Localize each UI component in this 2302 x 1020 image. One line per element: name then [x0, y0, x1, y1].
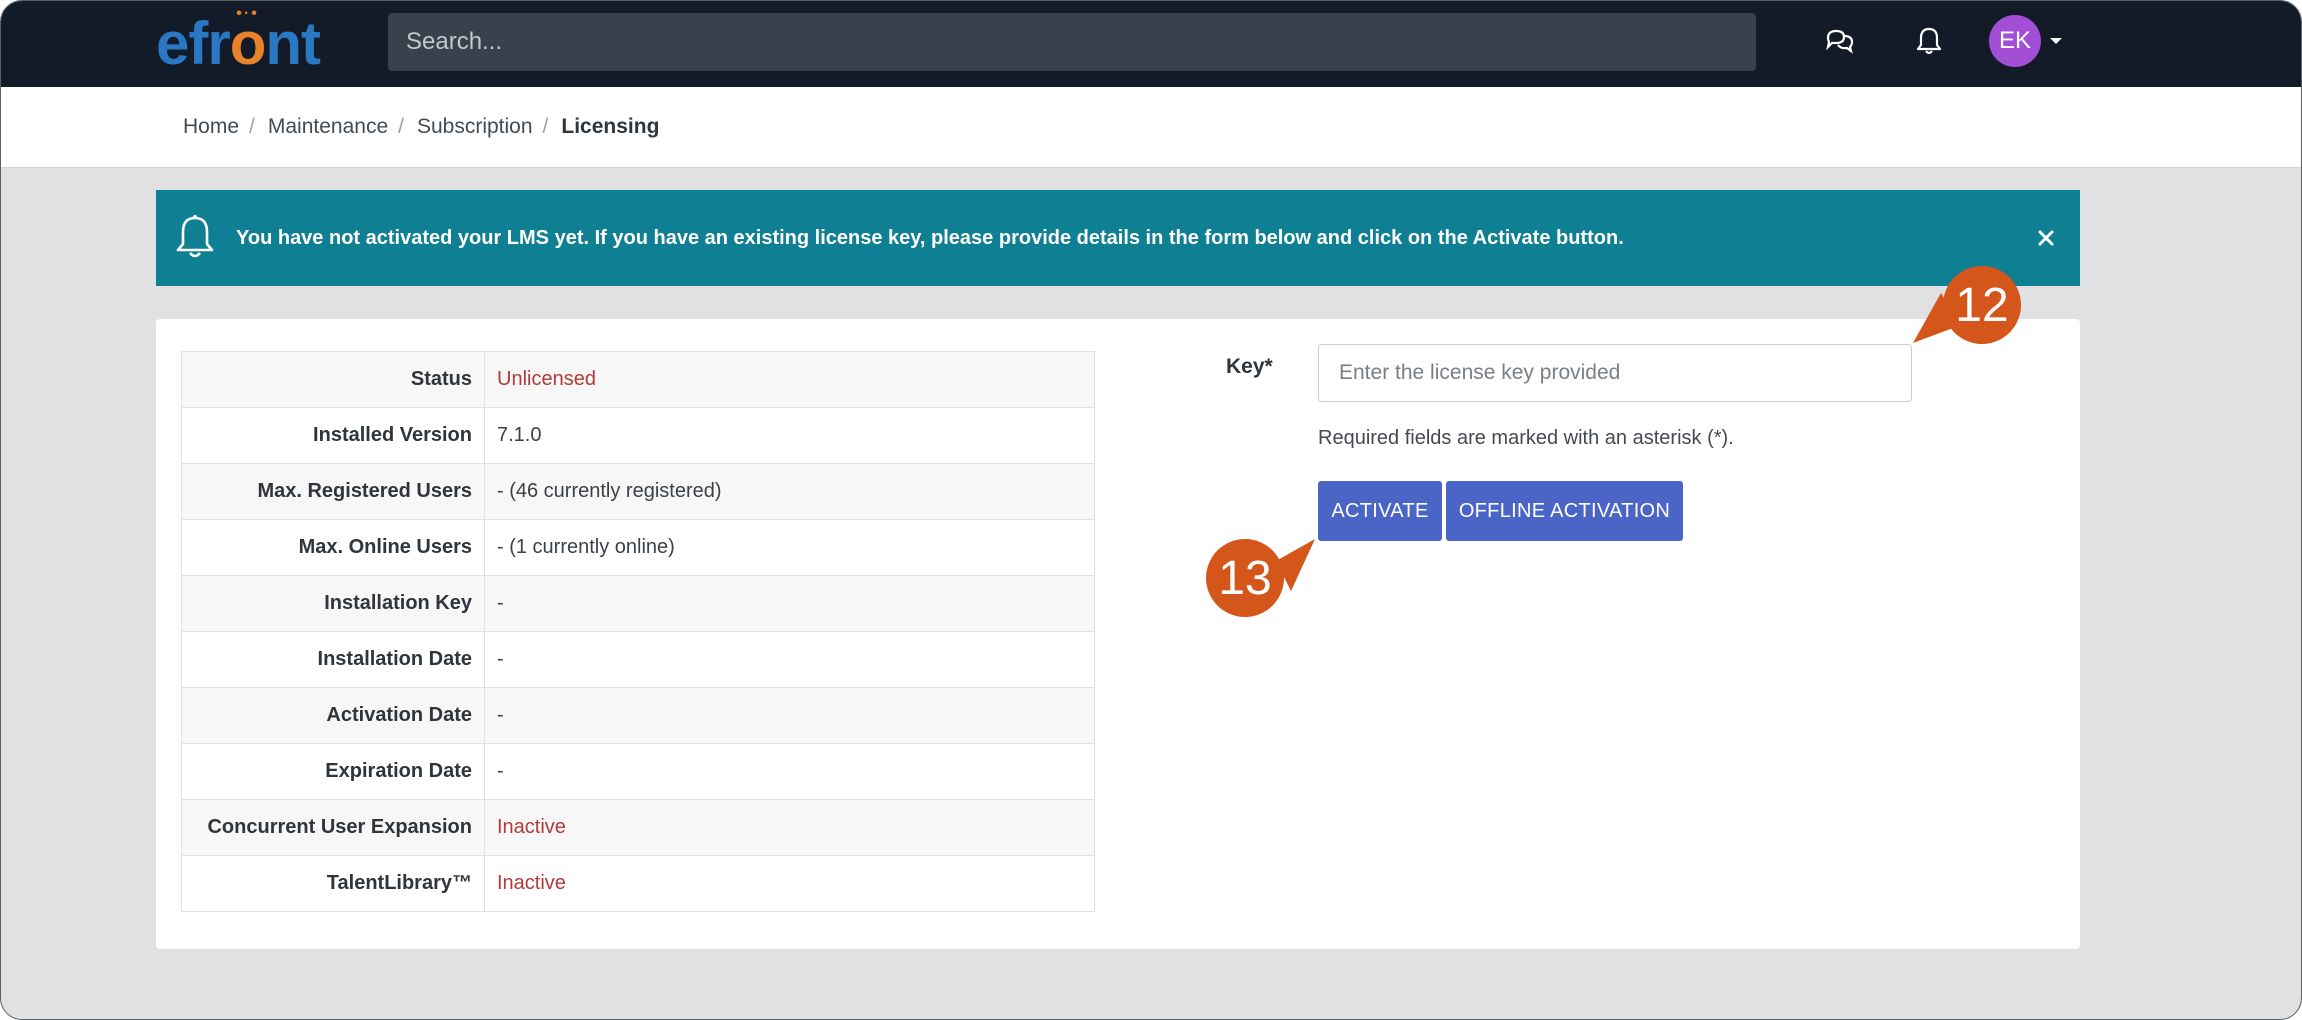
- breadcrumb-separator: /: [398, 115, 404, 138]
- efront-logo[interactable]: efr •·• ont: [156, 5, 321, 79]
- license-row-label: Installation Key: [181, 575, 485, 632]
- license-row-value: -: [484, 631, 1095, 688]
- alert-message: You have not activated your LMS yet. If …: [236, 227, 1624, 249]
- license-row-value: -: [484, 743, 1095, 800]
- user-avatar[interactable]: EK: [1989, 15, 2041, 67]
- logo-text-pre: efr: [156, 10, 231, 77]
- license-table-row: Expiration Date -: [181, 743, 1095, 800]
- license-table-row: Concurrent User Expansion Inactive: [181, 799, 1095, 856]
- license-card: Status Unlicensed Installed Version 7.1.0 Ma…: [156, 319, 2080, 949]
- app-window: efr•·•ont EK Home / Maintenance: [0, 0, 2302, 1020]
- search-input[interactable]: [388, 13, 1756, 71]
- avatar-initials: EK: [1998, 27, 2031, 54]
- license-table-row: Installation Date -: [181, 631, 1095, 688]
- license-table-row: Max. Online Users - (1 currently online): [181, 519, 1095, 576]
- license-row-label: Expiration Date: [181, 743, 485, 800]
- breadcrumb-home[interactable]: Home: [183, 115, 239, 139]
- license-row-label: TalentLibrary™: [181, 855, 485, 912]
- activation-alert: You have not activated your LMS yet. If …: [156, 190, 2080, 286]
- chevron-down-icon[interactable]: [2049, 33, 2063, 51]
- license-row-label: Installed Version: [181, 407, 485, 464]
- breadcrumb-current: Licensing: [561, 115, 660, 138]
- license-row-value: -: [484, 687, 1095, 744]
- license-row-label: Activation Date: [181, 687, 485, 744]
- license-row-label: Max. Registered Users: [181, 463, 485, 520]
- license-table-row: Activation Date -: [181, 687, 1095, 744]
- license-row-value: - (1 currently online): [484, 519, 1095, 576]
- required-fields-note: Required fields are marked with an aster…: [1318, 427, 1734, 449]
- breadcrumb-separator: /: [249, 115, 255, 138]
- license-key-input[interactable]: [1318, 344, 1912, 402]
- alert-bell-icon: [174, 214, 216, 265]
- license-row-value: -: [484, 575, 1095, 632]
- license-table-row: Max. Registered Users - (46 currently reg…: [181, 463, 1095, 520]
- callout-number-13: 13: [1218, 551, 1272, 605]
- license-table-row: TalentLibrary™ Inactive: [181, 855, 1095, 912]
- breadcrumb-separator: /: [542, 115, 549, 138]
- license-row-label: Concurrent User Expansion: [181, 799, 485, 856]
- license-row-label: Max. Online Users: [181, 519, 485, 576]
- license-row-label: Installation Date: [181, 631, 485, 688]
- callout-badge-13: 13: [1206, 539, 1284, 617]
- license-table-row: Status Unlicensed: [181, 351, 1095, 408]
- key-field-label: Key*: [1226, 355, 1273, 378]
- license-info-table: Status Unlicensed Installed Version 7.1.0 Ma…: [181, 351, 1095, 912]
- top-navbar: efr•·•ont EK: [1, 1, 2301, 87]
- offline-activation-button[interactable]: OFFLINE ACTIVATION: [1446, 481, 1683, 541]
- license-row-value: Inactive: [484, 855, 1095, 912]
- callout-badge-12: 12: [1943, 266, 2021, 344]
- license-row-value: - (46 currently registered): [484, 463, 1095, 520]
- logo-spark-icon: •·•: [236, 5, 259, 22]
- close-icon[interactable]: [2032, 224, 2060, 252]
- license-table-row: Installation Key -: [181, 575, 1095, 632]
- license-row-value: Inactive: [484, 799, 1095, 856]
- activate-button[interactable]: ACTIVATE: [1318, 481, 1442, 541]
- license-table-row: Installed Version 7.1.0: [181, 407, 1095, 464]
- license-row-label: Status: [181, 351, 485, 408]
- chat-icon[interactable]: [1820, 21, 1860, 61]
- callout-number-12: 12: [1955, 278, 2009, 332]
- logo-text-post: nt: [265, 10, 321, 77]
- license-row-value: Unlicensed: [484, 351, 1095, 408]
- breadcrumb-maintenance[interactable]: Maintenance: [268, 115, 388, 139]
- notifications-bell-icon[interactable]: [1909, 21, 1949, 61]
- breadcrumb: Home / Maintenance / Subscription / Lice…: [183, 87, 659, 167]
- license-row-value: 7.1.0: [484, 407, 1095, 464]
- breadcrumb-bar: Home / Maintenance / Subscription / Lice…: [1, 87, 2301, 168]
- breadcrumb-subscription[interactable]: Subscription: [417, 115, 533, 139]
